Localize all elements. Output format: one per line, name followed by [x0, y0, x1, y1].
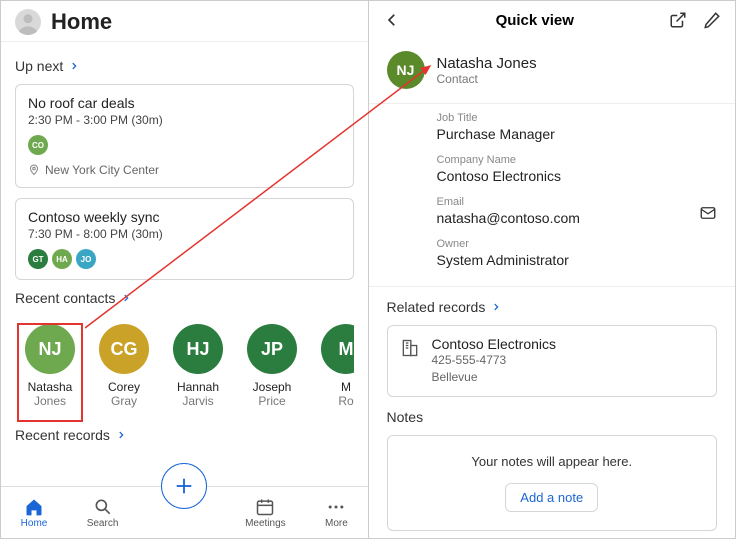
event-card[interactable]: No roof car deals 2:30 PM - 3:00 PM (30m…: [15, 84, 354, 188]
recent-contacts-label: Recent contacts: [15, 290, 115, 306]
notes-label: Notes: [387, 409, 424, 425]
recent-records-label: Recent records: [15, 427, 110, 443]
attendee-avatar: JO: [76, 249, 96, 269]
field-label: Company Name: [437, 154, 718, 166]
chevron-right-icon: [121, 293, 131, 303]
add-button[interactable]: [161, 463, 207, 509]
nav-more[interactable]: More: [325, 497, 348, 529]
quick-view-title: Quick view: [496, 12, 574, 29]
contact-last-name: Price: [258, 394, 285, 408]
field-value: Contoso Electronics: [437, 168, 718, 184]
edit-icon[interactable]: [703, 11, 721, 29]
attendee-avatar: HA: [52, 249, 72, 269]
nav-search-label: Search: [87, 518, 119, 529]
quick-view-header: Quick view: [369, 1, 736, 35]
nav-meetings-label: Meetings: [245, 518, 286, 529]
related-records-label: Related records: [387, 299, 486, 315]
contact-first-name: Hannah: [177, 380, 219, 394]
related-record-card[interactable]: Contoso Electronics 425-555-4773 Bellevu…: [387, 325, 718, 397]
header: Home: [1, 1, 368, 42]
contact-item[interactable]: HJ Hannah Jarvis: [167, 324, 229, 409]
contact-last-name: Jones: [34, 394, 66, 408]
event-time: 7:30 PM - 8:00 PM (30m): [28, 227, 341, 241]
contact-item[interactable]: JP Joseph Price: [241, 324, 303, 409]
field-company[interactable]: Company Name Contoso Electronics: [437, 150, 736, 192]
contact-avatar: NJ: [25, 324, 75, 374]
chevron-right-icon: [491, 302, 501, 312]
mail-icon[interactable]: [699, 204, 717, 222]
contact-name: Natasha Jones: [437, 55, 537, 72]
nav-meetings[interactable]: Meetings: [245, 497, 286, 529]
up-next-label: Up next: [15, 58, 63, 74]
contact-avatar: HJ: [173, 324, 223, 374]
contact-last-name: Gray: [111, 394, 137, 408]
event-time: 2:30 PM - 3:00 PM (30m): [28, 113, 341, 127]
contact-avatar: CG: [99, 324, 149, 374]
user-avatar-icon[interactable]: [15, 9, 41, 35]
phone-home-screen: Home Up next No roof car deals 2:30 PM -…: [1, 1, 369, 538]
field-value: System Administrator: [437, 252, 718, 268]
section-up-next[interactable]: Up next: [15, 58, 354, 74]
field-job-title[interactable]: Job Title Purchase Manager: [437, 108, 736, 150]
field-value: Purchase Manager: [437, 126, 718, 142]
nav-search[interactable]: Search: [87, 497, 119, 529]
contact-first-name: Natasha: [28, 380, 73, 394]
contact-avatar: NJ: [387, 51, 425, 89]
building-icon: [400, 338, 420, 358]
field-label: Owner: [437, 238, 718, 250]
related-name: Contoso Electronics: [432, 336, 557, 352]
page-title: Home: [51, 9, 112, 35]
section-notes: Notes: [387, 409, 718, 425]
contact-item[interactable]: M M Ro: [315, 324, 354, 409]
contact-last-name: Ro: [338, 394, 353, 408]
nav-home[interactable]: Home: [21, 497, 48, 529]
contact-item[interactable]: CG Corey Gray: [93, 324, 155, 409]
contact-avatar: M: [321, 324, 354, 374]
related-phone: 425-555-4773: [432, 352, 557, 369]
bottom-nav: Home Search Meetings More: [1, 486, 368, 538]
nav-home-label: Home: [21, 518, 48, 529]
field-email[interactable]: Email natasha@contoso.com: [437, 192, 736, 234]
location-pin-icon: [28, 164, 40, 176]
event-title: No roof car deals: [28, 95, 341, 111]
contact-first-name: Joseph: [253, 380, 292, 394]
chevron-right-icon: [69, 61, 79, 71]
contact-first-name: M: [341, 380, 351, 394]
field-owner[interactable]: Owner System Administrator: [437, 234, 736, 276]
contact-fields: Job Title Purchase Manager Company Name …: [369, 104, 736, 287]
contact-first-name: Corey: [108, 380, 140, 394]
field-label: Job Title: [437, 112, 718, 124]
section-related-records[interactable]: Related records: [387, 299, 718, 315]
contact-last-name: Jarvis: [182, 394, 213, 408]
attendee-avatar: CO: [28, 135, 48, 155]
event-card[interactable]: Contoso weekly sync 7:30 PM - 8:00 PM (3…: [15, 198, 354, 280]
event-title: Contoso weekly sync: [28, 209, 341, 225]
attendee-avatar: GT: [28, 249, 48, 269]
field-label: Email: [437, 196, 718, 208]
contact-header: NJ Natasha Jones Contact: [369, 41, 736, 104]
contact-item[interactable]: NJ Natasha Jones: [19, 324, 81, 409]
contacts-row: NJ Natasha Jones CG Corey Gray HJ Hannah…: [15, 316, 354, 417]
section-recent-records[interactable]: Recent records: [15, 427, 354, 443]
location-text: New York City Center: [45, 163, 159, 177]
back-button[interactable]: [383, 11, 401, 29]
chevron-right-icon: [116, 430, 126, 440]
nav-more-label: More: [325, 518, 348, 529]
open-external-icon[interactable]: [669, 11, 687, 29]
phone-quick-view-screen: Quick view NJ Natasha Jones Contact: [369, 1, 736, 538]
field-value: natasha@contoso.com: [437, 210, 718, 226]
notes-empty-message: Your notes will appear here.: [398, 454, 707, 469]
notes-card: Your notes will appear here. Add a note: [387, 435, 718, 531]
section-recent-contacts[interactable]: Recent contacts: [15, 290, 354, 306]
event-location: New York City Center: [28, 163, 341, 177]
related-city: Bellevue: [432, 369, 557, 386]
contact-type: Contact: [437, 72, 537, 86]
add-note-button[interactable]: Add a note: [505, 483, 598, 512]
contact-avatar: JP: [247, 324, 297, 374]
